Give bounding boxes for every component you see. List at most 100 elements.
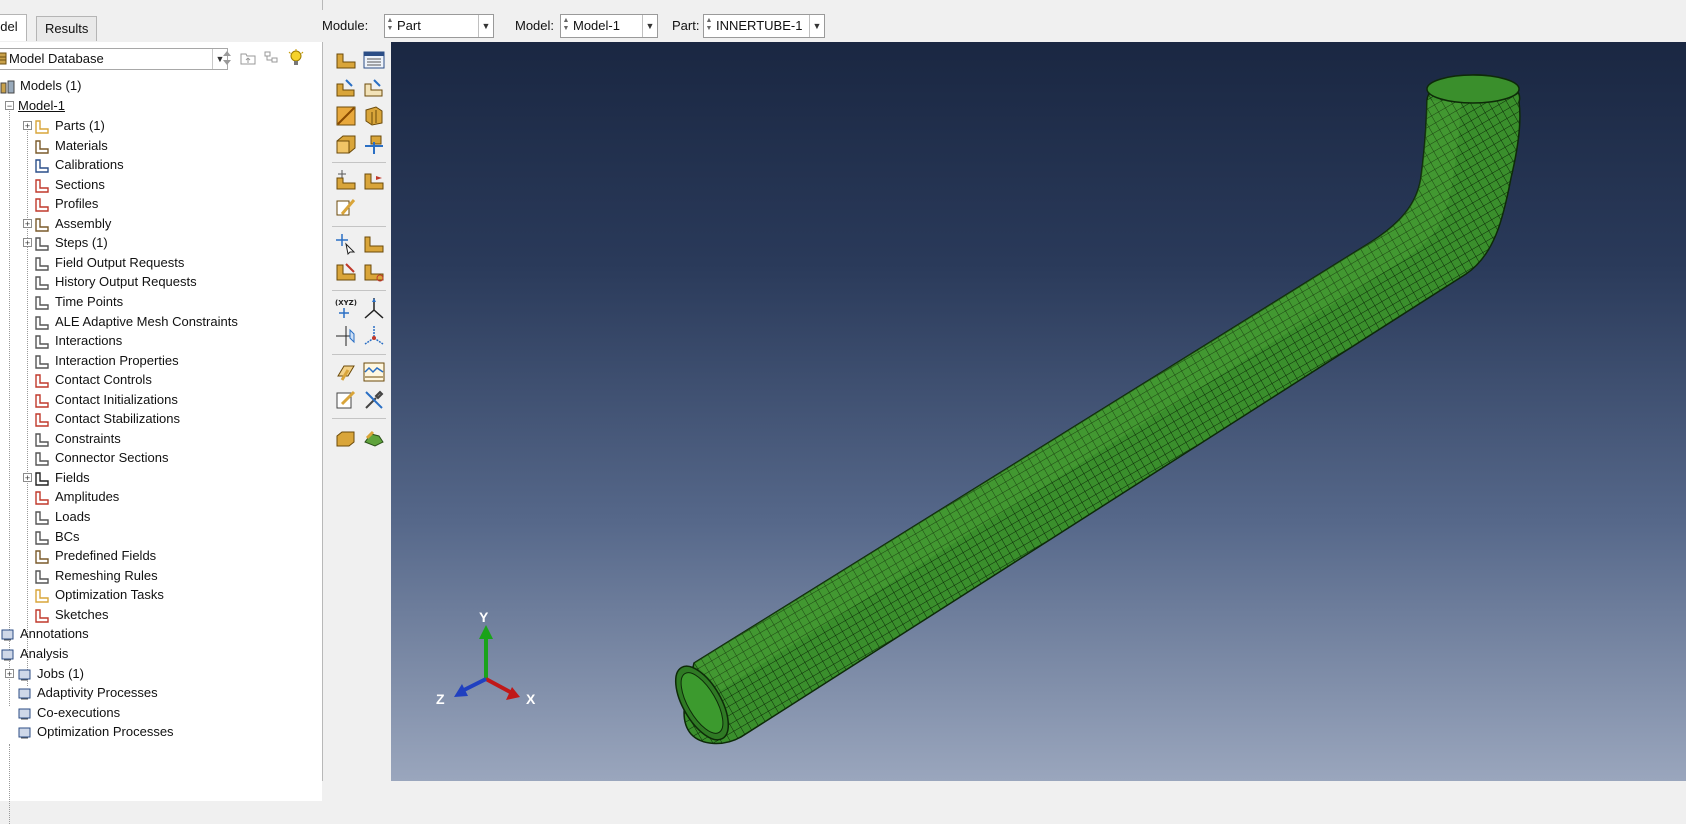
create-wire-icon[interactable]	[334, 104, 358, 128]
lightbulb-icon[interactable]	[287, 49, 305, 67]
partition-face-icon[interactable]	[334, 168, 358, 192]
tree-guide-line	[9, 106, 10, 706]
amplitudes-icon	[35, 491, 49, 506]
expand-icon[interactable]: +	[23, 472, 32, 482]
spin-arrows-icon[interactable]: ▲ ▼	[562, 17, 570, 33]
tree-node-label: Assembly	[55, 215, 112, 231]
sections-icon	[35, 178, 49, 193]
database-select[interactable]: Model Database ▼	[0, 48, 228, 70]
create-round-icon[interactable]	[334, 132, 358, 156]
steps-icon	[35, 237, 49, 251]
module-select[interactable]: ▲ ▼ Part ▼	[384, 14, 494, 38]
edit-set-icon[interactable]	[334, 388, 358, 412]
create-datum-icon[interactable]	[362, 132, 386, 156]
adaptivity-processes-icon	[18, 688, 31, 700]
model-label: Model:	[515, 18, 555, 33]
field-output-icon	[35, 257, 49, 271]
tube-body	[674, 74, 1521, 745]
constraints-icon	[35, 433, 49, 447]
tool-palette: (XYZ)	[330, 44, 390, 780]
folder-up-icon[interactable]	[239, 49, 257, 67]
expand-icon[interactable]: +	[23, 121, 32, 131]
datum-point-icon[interactable]: (XYZ)	[334, 296, 358, 320]
sort-arrows-icon[interactable]	[218, 49, 236, 67]
tube-mesh-render	[674, 74, 1521, 745]
assembly-icon	[35, 218, 49, 232]
edit-feature-icon[interactable]	[334, 196, 358, 220]
contact-initializations-icon	[35, 393, 49, 408]
surface-icon[interactable]	[362, 360, 386, 384]
bcs-icon	[35, 530, 49, 545]
parts-icon	[35, 120, 49, 134]
chevron-down-icon[interactable]: ▼	[809, 15, 824, 37]
merge-parts-icon[interactable]	[362, 426, 386, 450]
tree-node-label: Loads	[55, 509, 91, 524]
tree-node-label: Model-1	[18, 98, 65, 113]
tree-node-label: Jobs (1)	[37, 666, 84, 681]
tree-node-label: Remeshing Rules	[55, 567, 158, 583]
model-select[interactable]: ▲ ▼ Model-1 ▼	[560, 14, 658, 38]
partition-cell-icon[interactable]	[362, 168, 386, 192]
module-select-value: Part	[397, 18, 421, 33]
status-strip	[322, 781, 1686, 801]
loads-icon	[35, 511, 49, 525]
tree-node-label: Models (1)	[20, 78, 82, 93]
connector-sections-icon	[35, 452, 49, 467]
tree-node-label: Contact Controls	[55, 372, 152, 388]
create-cut-icon[interactable]	[362, 104, 386, 128]
set-icon[interactable]	[334, 360, 358, 384]
palette-separator	[332, 290, 386, 291]
create-shell-icon[interactable]	[362, 76, 386, 100]
part-select[interactable]: ▲ ▼ INNERTUBE-1 ▼	[703, 14, 825, 38]
create-solid-icon[interactable]	[334, 76, 358, 100]
part-select-value: INNERTUBE-1	[716, 18, 803, 33]
chevron-down-icon[interactable]: ▼	[642, 15, 657, 37]
create-reference-icon[interactable]	[362, 232, 386, 256]
tree-node-label: Sketches	[55, 606, 109, 622]
tree-node-label: Calibrations	[55, 157, 124, 173]
tab-model[interactable]: odel	[0, 14, 27, 41]
datum-axis-icon[interactable]	[362, 296, 386, 320]
model-tree-panel: odel Results Model Database ▼ Models (1)…	[0, 0, 323, 824]
module-label: Module:	[322, 18, 369, 33]
tree-node-label: Parts (1)	[55, 118, 105, 133]
tree-filter-icon[interactable]	[263, 49, 281, 67]
tree-node-label: Optimization Tasks	[55, 587, 164, 603]
database-row: Model Database ▼	[0, 46, 322, 72]
coordinate-triad: Y X Z	[436, 609, 536, 707]
part-label: Part:	[672, 18, 700, 33]
tree-node-label: Interactions	[55, 333, 123, 349]
repair-tools-icon[interactable]	[362, 388, 386, 412]
tree-node-label: Predefined Fields	[55, 548, 157, 564]
part-manager-icon[interactable]	[362, 48, 386, 72]
tree-node-label: Fields	[55, 469, 90, 485]
palette-separator	[332, 226, 386, 227]
tree-node-label: Profiles	[55, 196, 99, 212]
triad-x-label: X	[526, 691, 536, 707]
expand-icon[interactable]: +	[5, 669, 14, 679]
co-executions-icon	[18, 708, 31, 720]
tree-node-label: Interaction Properties	[55, 352, 179, 368]
expand-icon[interactable]: +	[23, 218, 32, 228]
create-part-icon[interactable]	[334, 48, 358, 72]
expand-icon[interactable]: +	[23, 238, 32, 248]
optimization-processes-icon	[18, 727, 31, 739]
query-select-icon[interactable]	[334, 232, 358, 256]
collapse-icon[interactable]: −	[5, 101, 14, 111]
context-toolbar: Module: ▲ ▼ Part ▼ Model: ▲ ▼ Model-1 ▼ Pa…	[322, 10, 1686, 42]
calibrations-icon	[35, 159, 49, 173]
graphics-viewport[interactable]: Y X Z	[391, 42, 1686, 781]
palette-separator	[332, 418, 386, 419]
triad-z-axis	[461, 677, 487, 693]
model-select-value: Model-1	[573, 18, 620, 33]
chevron-down-icon[interactable]: ▼	[478, 15, 493, 37]
partition-edge-icon[interactable]	[362, 260, 386, 284]
datum-csys-icon[interactable]	[362, 324, 386, 348]
create-assembly-icon[interactable]	[334, 426, 358, 450]
tab-results[interactable]: Results	[36, 16, 98, 41]
spin-arrows-icon[interactable]: ▲ ▼	[705, 17, 713, 33]
spin-arrows-icon[interactable]: ▲ ▼	[386, 17, 394, 33]
assign-section-icon[interactable]	[334, 260, 358, 284]
datum-plane-icon[interactable]	[334, 324, 358, 348]
tree-node-label: Connector Sections	[55, 450, 169, 466]
